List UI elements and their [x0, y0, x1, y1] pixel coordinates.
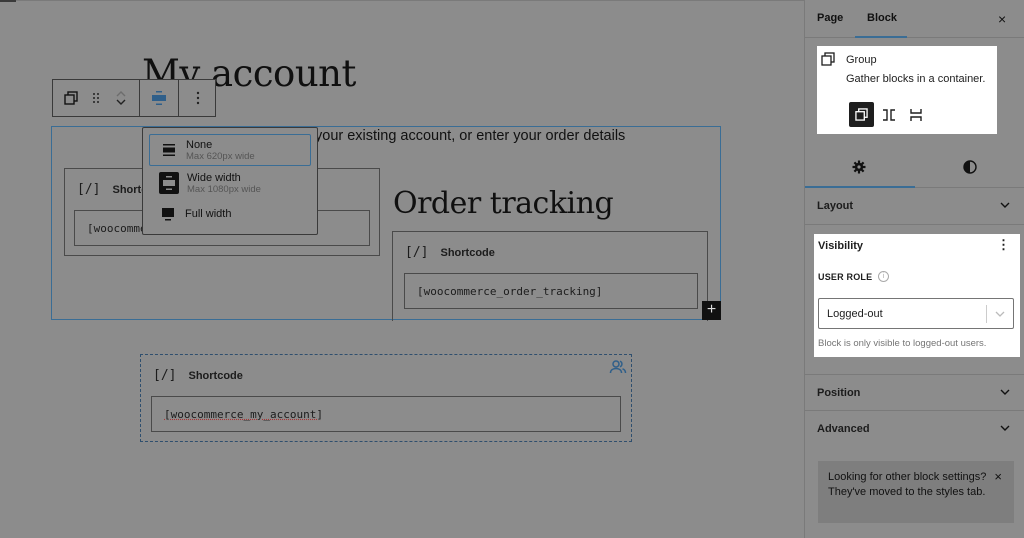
align-option-wide[interactable]: Wide width Max 1080px wide — [149, 167, 311, 199]
drag-handle-icon — [93, 93, 99, 103]
user-role-label: USER ROLE i — [818, 271, 890, 282]
close-sidebar-button[interactable]: × — [998, 11, 1006, 27]
tab-block[interactable]: Block — [867, 12, 897, 24]
inspector-tabs — [805, 148, 1024, 188]
chevron-down-icon — [1000, 425, 1010, 431]
align-option-label: None — [186, 138, 213, 151]
users-visibility-icon — [609, 360, 627, 374]
variation-group[interactable] — [849, 102, 874, 127]
add-block-button[interactable]: + — [702, 301, 721, 320]
move-up-icon[interactable] — [115, 90, 127, 98]
user-role-select[interactable]: Logged-out — [818, 298, 1014, 329]
toolbar-group-more — [179, 80, 217, 116]
move-down-icon[interactable] — [115, 98, 127, 106]
block-card: Group Gather blocks in a container. — [817, 46, 997, 134]
more-options-icon — [196, 91, 200, 105]
toolbar-group-align — [140, 80, 179, 116]
shortcode-input[interactable]: [woocommerce_my_account] — [151, 396, 621, 432]
align-option-description: Max 620px wide — [186, 150, 255, 162]
order-tracking-heading[interactable]: Order tracking — [393, 186, 614, 221]
visibility-more-button[interactable]: ⋮ — [997, 237, 1010, 253]
group-block-button[interactable] — [53, 80, 89, 116]
user-role-value: Logged-out — [827, 307, 883, 320]
block-toolbar — [52, 79, 216, 117]
block-variations — [849, 102, 928, 127]
block-card-title: Group — [846, 54, 877, 66]
toolbar-group-block — [53, 80, 140, 116]
group-icon — [855, 108, 868, 121]
panel-advanced[interactable]: Advanced — [805, 411, 1024, 448]
shortcode-icon: [/] — [153, 368, 177, 383]
shortcode-label: Shortcode — [188, 369, 243, 382]
panel-advanced-label: Advanced — [817, 423, 870, 435]
move-buttons — [103, 80, 139, 116]
visibility-title: Visibility — [818, 240, 864, 252]
notice-text: Looking for other block settings? They'v… — [828, 471, 987, 498]
panel-layout[interactable]: Layout — [805, 188, 1024, 225]
sidebar-tabs: Page Block × — [805, 0, 1024, 38]
chevron-down-icon — [1000, 389, 1010, 395]
align-option-label: Full width — [185, 208, 232, 220]
align-option-full[interactable]: Full width — [149, 198, 311, 230]
visibility-help-text: Block is only visible to logged-out user… — [818, 338, 987, 349]
align-button[interactable] — [140, 80, 178, 116]
tab-page[interactable]: Page — [817, 12, 843, 24]
top-border — [0, 0, 804, 1]
align-none-icon — [152, 91, 166, 105]
active-tab-indicator — [855, 36, 907, 38]
group-icon — [821, 52, 835, 66]
styles-moved-notice: Looking for other block settings? They'v… — [818, 461, 1014, 523]
panel-position[interactable]: Position — [805, 374, 1024, 411]
align-option-label: Wide width — [187, 171, 241, 184]
info-icon[interactable]: i — [878, 271, 890, 282]
settings-sidebar: Page Block × Group Gather blocks in a co… — [804, 0, 1024, 538]
stack-icon — [909, 108, 922, 121]
block-card-description: Gather blocks in a container. — [846, 73, 986, 85]
panel-position-label: Position — [817, 387, 861, 399]
styles-icon[interactable] — [963, 160, 977, 174]
shortcode-label: Shortcode — [440, 246, 495, 259]
intro-paragraph[interactable]: your existing account, or enter your ord… — [315, 128, 625, 144]
shortcode-icon: [/] — [77, 182, 101, 197]
close-notice-button[interactable]: × — [994, 469, 1002, 484]
drag-handle[interactable] — [89, 80, 103, 116]
group-icon — [64, 91, 78, 105]
select-dropdown-toggle[interactable] — [987, 308, 1013, 320]
shortcode-block-selected[interactable]: [/] Shortcode [woocommerce_my_account] — [140, 354, 632, 442]
align-option-none[interactable]: None Max 620px wide — [149, 134, 311, 166]
alignment-dropdown: None Max 620px wide Wide width Max 1080p… — [142, 127, 318, 235]
visibility-panel: Visibility ⋮ USER ROLE i Logged-out Bloc… — [814, 234, 1020, 357]
panel-layout-label: Layout — [817, 200, 854, 212]
top-border-accent — [0, 0, 16, 2]
settings-icon[interactable] — [852, 160, 866, 174]
more-options-button[interactable] — [179, 80, 217, 116]
chevron-down-icon — [1000, 202, 1010, 208]
shortcode-block-order-tracking[interactable]: [/] Shortcode [woocommerce_order_trackin… — [392, 231, 708, 321]
align-option-description: Max 1080px wide — [187, 183, 261, 195]
user-role-text: USER ROLE — [818, 271, 873, 282]
align-none-icon — [163, 144, 175, 156]
shortcode-icon: [/] — [405, 245, 429, 260]
variation-row[interactable] — [876, 102, 901, 127]
chevron-down-icon — [995, 311, 1005, 317]
variation-stack[interactable] — [903, 102, 928, 127]
align-full-icon — [162, 208, 174, 221]
shortcode-input[interactable]: [woocommerce_order_tracking] — [404, 273, 698, 309]
row-icon — [882, 108, 895, 121]
shortcode-value: [woocommerce_my_account] — [164, 407, 323, 421]
align-wide-icon — [163, 176, 175, 190]
